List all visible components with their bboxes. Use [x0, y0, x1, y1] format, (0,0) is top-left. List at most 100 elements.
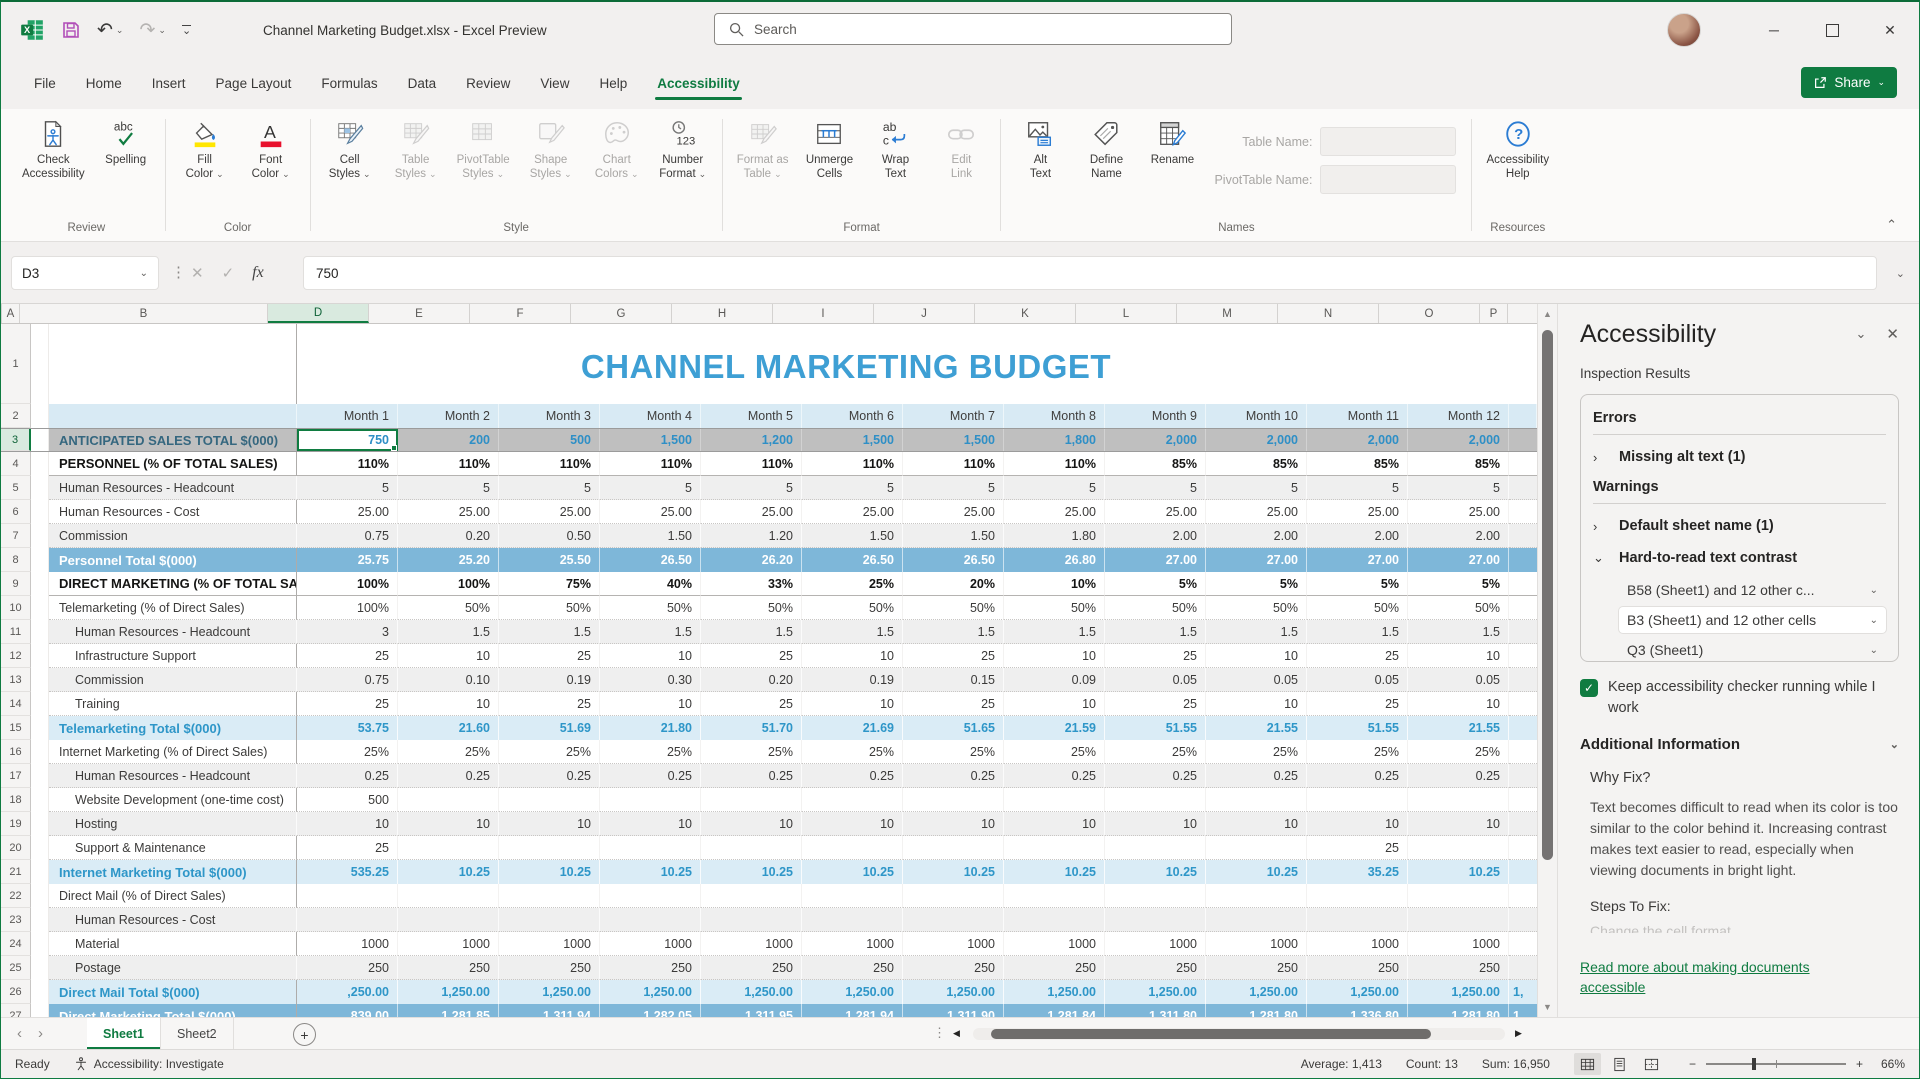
- insert-function-button[interactable]: fx: [252, 264, 264, 282]
- cell-J6[interactable]: 25.00: [903, 500, 1004, 524]
- column-header-D[interactable]: D: [268, 304, 369, 323]
- new-sheet-button[interactable]: +: [293, 1023, 316, 1046]
- cell-A14[interactable]: [31, 692, 49, 716]
- column-header-P[interactable]: P: [1480, 304, 1508, 323]
- cell-K27[interactable]: 1,281.84: [1004, 1004, 1105, 1017]
- cell-E12[interactable]: 10: [398, 644, 499, 668]
- cell-M8[interactable]: 27.00: [1206, 548, 1307, 572]
- cell-D10[interactable]: 100%: [297, 596, 398, 620]
- cell-P3[interactable]: [1509, 429, 1537, 451]
- tab-help[interactable]: Help: [586, 69, 640, 98]
- cell-D22[interactable]: [297, 884, 398, 908]
- cell-K10[interactable]: 50%: [1004, 596, 1105, 620]
- cell-F25[interactable]: 250: [499, 956, 600, 980]
- cell-H18[interactable]: [701, 788, 802, 812]
- cell-A6[interactable]: [31, 500, 49, 524]
- cell-M4[interactable]: 85%: [1206, 452, 1307, 476]
- cell-M6[interactable]: 25.00: [1206, 500, 1307, 524]
- cell-B23[interactable]: Human Resources - Cost: [49, 908, 297, 932]
- cell-H26[interactable]: 1,250.00: [701, 980, 802, 1004]
- cell-B7[interactable]: Commission: [49, 524, 297, 548]
- name-box-dropdown-icon[interactable]: ⌄: [140, 268, 148, 279]
- cell-P17[interactable]: [1509, 764, 1537, 788]
- cell-G7[interactable]: 1.50: [600, 524, 701, 548]
- cell-P16[interactable]: [1509, 740, 1537, 764]
- cell-D19[interactable]: 10: [297, 812, 398, 836]
- cell-D4[interactable]: 110%: [297, 452, 398, 476]
- cell-G24[interactable]: 1000: [600, 932, 701, 956]
- cell-F5[interactable]: 5: [499, 476, 600, 500]
- cell-O9[interactable]: 5%: [1408, 572, 1509, 596]
- cell-A7[interactable]: [31, 524, 49, 548]
- edit-link-button[interactable]: EditLink: [929, 113, 993, 183]
- cell-F22[interactable]: [499, 884, 600, 908]
- table-name-input[interactable]: [1320, 127, 1456, 156]
- cell-A15[interactable]: [31, 716, 49, 740]
- cell-I13[interactable]: 0.19: [802, 668, 903, 692]
- cell-J22[interactable]: [903, 884, 1004, 908]
- column-header-F[interactable]: F: [470, 304, 571, 323]
- cell-P21[interactable]: [1509, 860, 1537, 884]
- table-styles-button[interactable]: TableStyles⌄: [384, 113, 448, 183]
- cell-A17[interactable]: [31, 764, 49, 788]
- row-header-5[interactable]: 5: [1, 476, 31, 500]
- cell-O22[interactable]: [1408, 884, 1509, 908]
- cell-E18[interactable]: [398, 788, 499, 812]
- cell-F21[interactable]: 10.25: [499, 860, 600, 884]
- cell-N6[interactable]: 25.00: [1307, 500, 1408, 524]
- finding-item[interactable]: B3 (Sheet1) and 12 other cells⌄: [1619, 607, 1886, 633]
- cell-L24[interactable]: 1000: [1105, 932, 1206, 956]
- cell-G9[interactable]: 40%: [600, 572, 701, 596]
- row-header-3[interactable]: 3: [1, 429, 31, 451]
- cell-O26[interactable]: 1,250.00: [1408, 980, 1509, 1004]
- cell-L5[interactable]: 5: [1105, 476, 1206, 500]
- cell-E4[interactable]: 110%: [398, 452, 499, 476]
- rename-button[interactable]: Rename: [1140, 113, 1204, 169]
- cell-L17[interactable]: 0.25: [1105, 764, 1206, 788]
- cell-N17[interactable]: 0.25: [1307, 764, 1408, 788]
- cell-E9[interactable]: 100%: [398, 572, 499, 596]
- tab-home[interactable]: Home: [73, 69, 135, 98]
- page-break-preview-button[interactable]: [1638, 1053, 1665, 1075]
- cell-L15[interactable]: 51.55: [1105, 716, 1206, 740]
- cell-B10[interactable]: Telemarketing (% of Direct Sales): [49, 596, 297, 620]
- cell-F8[interactable]: 25.50: [499, 548, 600, 572]
- cell-N16[interactable]: 25%: [1307, 740, 1408, 764]
- cell-M18[interactable]: [1206, 788, 1307, 812]
- cell-D7[interactable]: 0.75: [297, 524, 398, 548]
- cell-I7[interactable]: 1.50: [802, 524, 903, 548]
- zoom-slider[interactable]: [1706, 1063, 1846, 1065]
- cell-N9[interactable]: 5%: [1307, 572, 1408, 596]
- cell-A16[interactable]: [31, 740, 49, 764]
- scroll-left-icon[interactable]: ◀: [953, 1028, 960, 1039]
- column-header-J[interactable]: J: [874, 304, 975, 323]
- cell-M7[interactable]: 2.00: [1206, 524, 1307, 548]
- cell-M10[interactable]: 50%: [1206, 596, 1307, 620]
- cell-I20[interactable]: [802, 836, 903, 860]
- tab-review[interactable]: Review: [453, 69, 523, 98]
- cell-N7[interactable]: 2.00: [1307, 524, 1408, 548]
- cell-N20[interactable]: 25: [1307, 836, 1408, 860]
- row-header-13[interactable]: 13: [1, 668, 31, 692]
- cell-G14[interactable]: 10: [600, 692, 701, 716]
- cell-O10[interactable]: 50%: [1408, 596, 1509, 620]
- cell-J11[interactable]: 1.5: [903, 620, 1004, 644]
- cell-G16[interactable]: 25%: [600, 740, 701, 764]
- row-header-2[interactable]: 2: [1, 404, 31, 428]
- cell-A1[interactable]: [31, 324, 49, 404]
- cell-M27[interactable]: 1,281.80: [1206, 1004, 1307, 1017]
- cell-L16[interactable]: 25%: [1105, 740, 1206, 764]
- cell-I25[interactable]: 250: [802, 956, 903, 980]
- cell-O5[interactable]: 5: [1408, 476, 1509, 500]
- cell-O13[interactable]: 0.05: [1408, 668, 1509, 692]
- cell-F19[interactable]: 10: [499, 812, 600, 836]
- cell-D26[interactable]: ,250.00: [297, 980, 398, 1004]
- tab-page-layout[interactable]: Page Layout: [203, 69, 305, 98]
- cell-F3[interactable]: 500: [499, 429, 600, 451]
- cell-I19[interactable]: 10: [802, 812, 903, 836]
- confirm-entry-icon[interactable]: ✓: [222, 264, 235, 282]
- cell-L18[interactable]: [1105, 788, 1206, 812]
- cell-G20[interactable]: [600, 836, 701, 860]
- cell-M1[interactable]: [1206, 324, 1307, 404]
- cell-I26[interactable]: 1,250.00: [802, 980, 903, 1004]
